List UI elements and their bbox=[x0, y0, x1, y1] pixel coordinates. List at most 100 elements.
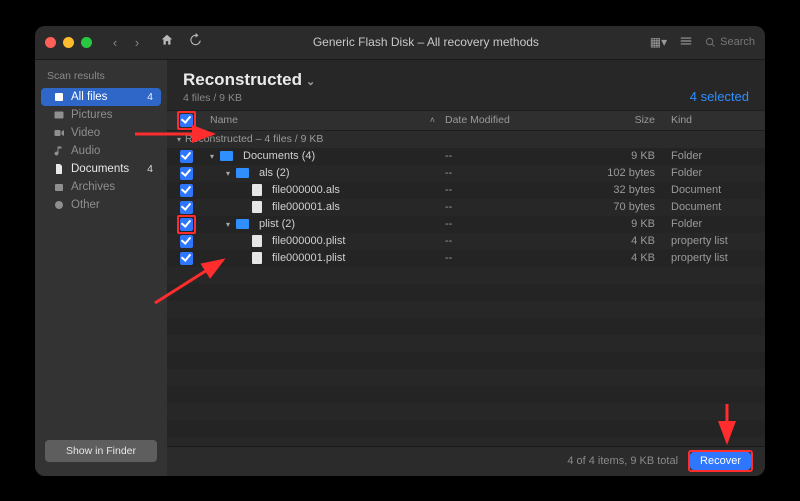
main-header: Reconstructed⌄ 4 files / 9 KB 4 selected bbox=[167, 60, 765, 110]
row-checkbox[interactable] bbox=[180, 150, 193, 163]
sidebar: Scan results All files 4 Pictures Video … bbox=[35, 60, 167, 476]
table-row[interactable]: ▾Documents (4)--9 KBFolder bbox=[167, 148, 765, 165]
sidebar-label: Video bbox=[71, 127, 100, 139]
table-row[interactable]: file000001.als--70 bytesDocument bbox=[167, 199, 765, 216]
file-date: -- bbox=[445, 201, 565, 213]
table-row[interactable]: file000000.als--32 bytesDocument bbox=[167, 182, 765, 199]
row-checkbox-highlight bbox=[177, 147, 196, 166]
file-kind: Folder bbox=[665, 218, 765, 230]
row-checkbox[interactable] bbox=[180, 252, 193, 265]
file-list[interactable]: ▾ Reconstructed – 4 files / 9 KB ▾Docume… bbox=[167, 131, 765, 446]
file-date: -- bbox=[445, 167, 565, 179]
forward-button[interactable]: › bbox=[128, 35, 146, 50]
zoom-window[interactable] bbox=[81, 37, 92, 48]
row-checkbox-highlight bbox=[177, 215, 196, 234]
row-checkbox[interactable] bbox=[180, 184, 193, 197]
column-kind[interactable]: Kind bbox=[665, 114, 765, 126]
recover-highlight: Recover bbox=[688, 450, 753, 472]
sidebar-item-archives[interactable]: Archives bbox=[41, 178, 161, 196]
file-name: file000001.als bbox=[268, 201, 445, 213]
file-icon bbox=[252, 235, 262, 247]
file-size: 70 bytes bbox=[565, 201, 665, 213]
sidebar-item-all-files[interactable]: All files 4 bbox=[41, 88, 161, 106]
row-checkbox[interactable] bbox=[180, 167, 193, 180]
sidebar-section-label: Scan results bbox=[35, 66, 167, 88]
table-header: Name ˄ Date Modified Size Kind bbox=[167, 110, 765, 131]
pictures-icon bbox=[53, 109, 65, 121]
sidebar-label: All files bbox=[71, 91, 107, 103]
file-date: -- bbox=[445, 150, 565, 162]
sidebar-item-pictures[interactable]: Pictures bbox=[41, 106, 161, 124]
file-size: 4 KB bbox=[565, 235, 665, 247]
recover-button[interactable]: Recover bbox=[690, 452, 751, 470]
folder-icon bbox=[236, 168, 249, 178]
file-icon bbox=[252, 201, 262, 213]
table-row[interactable]: ▾als (2)--102 bytesFolder bbox=[167, 165, 765, 182]
titlebar: ‹ › Generic Flash Disk – All recovery me… bbox=[35, 26, 765, 60]
column-date[interactable]: Date Modified bbox=[445, 114, 565, 126]
file-name: plist (2) bbox=[255, 218, 445, 230]
folder-icon bbox=[220, 151, 233, 161]
table-row[interactable]: file000001.plist--4 KBproperty list bbox=[167, 250, 765, 267]
other-icon bbox=[53, 199, 65, 211]
disclosure-icon[interactable]: ▾ bbox=[226, 220, 236, 229]
group-header[interactable]: ▾ Reconstructed – 4 files / 9 KB bbox=[167, 131, 765, 148]
sidebar-label: Archives bbox=[71, 181, 115, 193]
back-button[interactable]: ‹ bbox=[106, 35, 124, 50]
page-title[interactable]: Reconstructed bbox=[183, 70, 302, 89]
disclosure-icon[interactable]: ▾ bbox=[210, 152, 220, 161]
file-size: 9 KB bbox=[565, 218, 665, 230]
file-size: 32 bytes bbox=[565, 184, 665, 196]
sidebar-item-audio[interactable]: Audio bbox=[41, 142, 161, 160]
chevron-down-icon[interactable]: ⌄ bbox=[306, 76, 315, 88]
row-checkbox[interactable] bbox=[180, 218, 193, 231]
group-label: Reconstructed – 4 files / 9 KB bbox=[185, 133, 323, 145]
row-checkbox-highlight bbox=[177, 198, 196, 217]
history-icon[interactable] bbox=[188, 33, 202, 52]
minimize-window[interactable] bbox=[63, 37, 74, 48]
row-checkbox[interactable] bbox=[180, 235, 193, 248]
column-name[interactable]: Name ˄ bbox=[196, 114, 445, 126]
file-kind: Folder bbox=[665, 167, 765, 179]
select-all-highlight bbox=[177, 111, 196, 130]
sidebar-item-documents[interactable]: Documents 4 bbox=[41, 160, 161, 178]
status-bar: 4 of 4 items, 9 KB total Recover bbox=[167, 446, 765, 476]
sidebar-item-video[interactable]: Video bbox=[41, 124, 161, 142]
documents-icon bbox=[53, 163, 65, 175]
sort-indicator-icon: ˄ bbox=[430, 115, 435, 125]
folder-icon bbox=[236, 219, 249, 229]
row-checkbox[interactable] bbox=[180, 201, 193, 214]
file-kind: Folder bbox=[665, 150, 765, 162]
file-name: Documents (4) bbox=[239, 150, 445, 162]
video-icon bbox=[53, 127, 65, 139]
status-text: 4 of 4 items, 9 KB total bbox=[567, 455, 678, 467]
row-checkbox-highlight bbox=[177, 164, 196, 183]
view-mode-icon[interactable]: ▦▾ bbox=[650, 35, 667, 49]
select-all-checkbox[interactable] bbox=[180, 114, 193, 127]
file-name: file000000.als bbox=[268, 184, 445, 196]
window-controls bbox=[45, 37, 92, 48]
sidebar-item-other[interactable]: Other bbox=[41, 196, 161, 214]
app-window: ‹ › Generic Flash Disk – All recovery me… bbox=[35, 26, 765, 476]
disclosure-icon[interactable]: ▾ bbox=[226, 169, 236, 178]
file-date: -- bbox=[445, 184, 565, 196]
file-kind: Document bbox=[665, 184, 765, 196]
home-icon[interactable] bbox=[160, 33, 174, 52]
sidebar-badge: 4 bbox=[147, 91, 153, 103]
search-field[interactable]: Search bbox=[705, 36, 755, 48]
sidebar-label: Other bbox=[71, 199, 100, 211]
file-date: -- bbox=[445, 235, 565, 247]
column-name-label: Name bbox=[210, 114, 238, 126]
settings-icon[interactable] bbox=[679, 34, 693, 51]
file-kind: Document bbox=[665, 201, 765, 213]
show-in-finder-button[interactable]: Show in Finder bbox=[45, 440, 157, 462]
row-checkbox-highlight bbox=[177, 249, 196, 268]
file-icon bbox=[252, 184, 262, 196]
disclosure-icon[interactable]: ▾ bbox=[177, 135, 181, 144]
table-row[interactable]: file000000.plist--4 KBproperty list bbox=[167, 233, 765, 250]
audio-icon bbox=[53, 145, 65, 157]
close-window[interactable] bbox=[45, 37, 56, 48]
column-size[interactable]: Size bbox=[565, 114, 665, 126]
table-row[interactable]: ▾plist (2)--9 KBFolder bbox=[167, 216, 765, 233]
all-files-icon bbox=[53, 91, 65, 103]
